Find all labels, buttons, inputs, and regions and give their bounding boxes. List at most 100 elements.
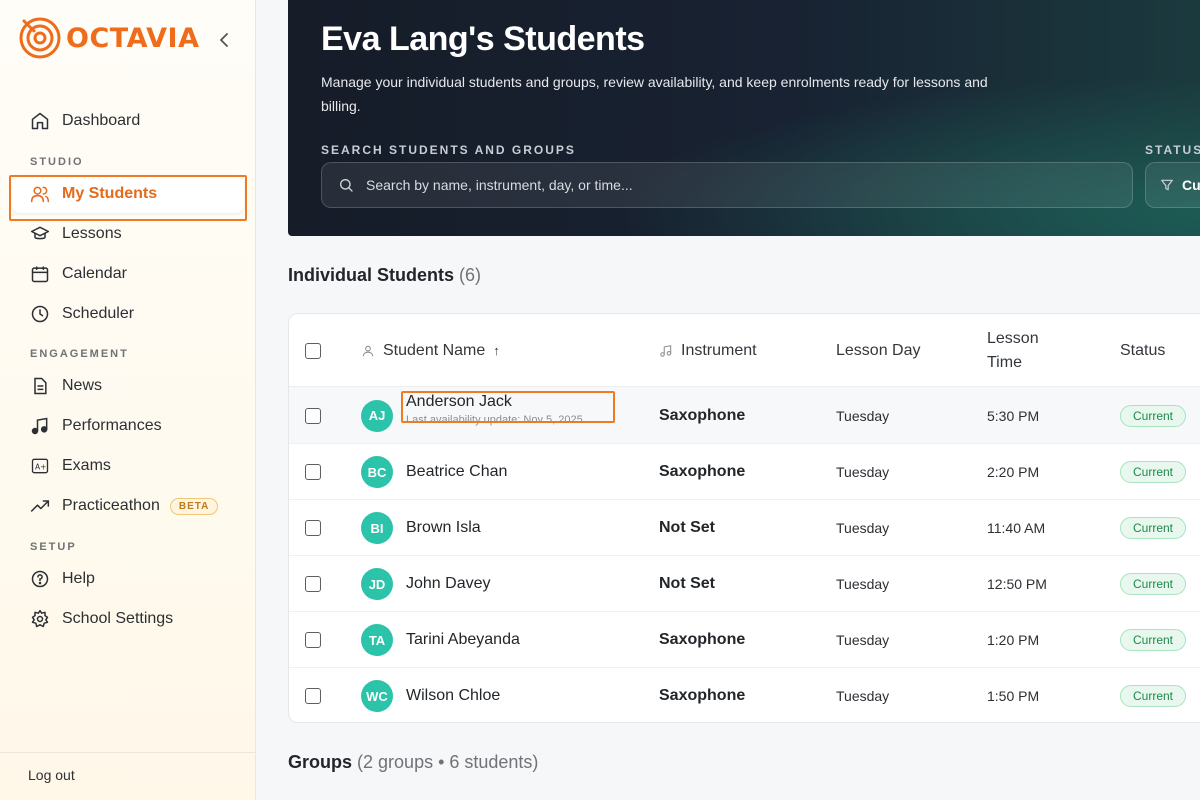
calendar-icon	[31, 266, 49, 283]
gear-icon	[31, 609, 49, 628]
table-row[interactable]: BI Brown Isla Not Set Tuesday 11:40 AM C…	[289, 500, 1200, 556]
sidebar-item-label: Dashboard	[62, 112, 141, 129]
students-table: Student Name ↑ Instrument Lesson Day Les…	[288, 313, 1200, 723]
lesson-time-cell: 1:50 PM	[987, 688, 1040, 704]
select-all-checkbox[interactable]	[305, 342, 321, 359]
instrument-cell: Saxophone	[659, 463, 746, 480]
sidebar-item-label: School Settings	[62, 610, 174, 627]
avatar: TA	[361, 624, 393, 656]
header-student-name[interactable]: Student Name ↑	[361, 314, 500, 387]
sidebar-item-news[interactable]: News	[12, 367, 244, 405]
sidebar: OCTAVIA Dashboard STUDIO My Students Les…	[0, 0, 256, 800]
table-row[interactable]: TA Tarini Abeyanda Saxophone Tuesday 1:2…	[289, 612, 1200, 668]
sidebar-item-calendar[interactable]: Calendar	[12, 255, 244, 293]
instrument-cell: Not Set	[659, 519, 715, 536]
beta-badge: BETA	[169, 497, 219, 515]
users-icon	[30, 186, 50, 203]
lesson-time-cell: 2:20 PM	[987, 464, 1040, 480]
logo-mark-icon	[19, 17, 61, 59]
lesson-day-cell: Tuesday	[836, 520, 890, 536]
grade-icon: A+	[31, 458, 49, 474]
document-icon	[34, 377, 47, 395]
row-checkbox[interactable]	[305, 407, 321, 424]
student-name-link[interactable]: Anderson Jack	[406, 393, 512, 411]
row-checkbox[interactable]	[305, 688, 321, 704]
groups-title: Groups	[288, 752, 353, 772]
individual-students-title: Individual Students	[288, 265, 455, 285]
sidebar-item-dashboard[interactable]: Dashboard	[12, 102, 244, 140]
header-label: Lesson	[987, 329, 1039, 347]
row-checkbox[interactable]	[305, 632, 321, 648]
header-lesson-time[interactable]: Lesson Time	[987, 314, 1039, 387]
status-badge: Current	[1120, 685, 1187, 707]
row-checkbox[interactable]	[305, 520, 321, 536]
row-checkbox[interactable]	[305, 576, 321, 592]
sidebar-item-performances[interactable]: Performances	[12, 407, 244, 445]
status-badge: Current	[1120, 404, 1187, 427]
sidebar-item-help[interactable]: Help	[12, 560, 244, 598]
sidebar-item-scheduler[interactable]: Scheduler	[12, 295, 244, 333]
student-name-link[interactable]: Beatrice Chan	[406, 463, 507, 481]
page-header: Eva Lang's Students Manage your individu…	[288, 0, 1200, 236]
header-lesson-day[interactable]: Lesson Day	[836, 314, 921, 387]
chevron-left-icon	[220, 33, 228, 47]
sidebar-item-practiceathon[interactable]: Practiceathon BETA	[12, 487, 244, 525]
table-header: Student Name ↑ Instrument Lesson Day Les…	[289, 314, 1200, 387]
table-row[interactable]: AJ Anderson Jack Last availability updat…	[289, 387, 1200, 444]
nav-section-setup: SETUP	[30, 541, 77, 553]
clock-icon	[31, 305, 49, 323]
sort-asc-icon: ↑	[493, 343, 500, 358]
user-icon	[362, 345, 374, 356]
header-label: Instrument	[681, 341, 757, 359]
table-row[interactable]: BC Beatrice Chan Saxophone Tuesday 2:20 …	[289, 444, 1200, 500]
groups-count: (2 groups • 6 students)	[357, 752, 539, 772]
avatar: AJ	[361, 399, 393, 432]
lesson-time-cell: 1:20 PM	[987, 632, 1040, 648]
status-badge: Current	[1120, 629, 1187, 651]
search-label: SEARCH STUDENTS AND GROUPS	[321, 143, 576, 157]
lesson-day-cell: Tuesday	[836, 407, 890, 424]
table-row[interactable]: JD John Davey Not Set Tuesday 12:50 PM C…	[289, 556, 1200, 612]
header-status[interactable]: Status	[1120, 314, 1165, 387]
avatar: WC	[361, 680, 393, 712]
instrument-cell: Saxophone	[659, 406, 746, 424]
search-input[interactable]	[366, 177, 1066, 193]
lesson-time-cell: 12:50 PM	[987, 576, 1047, 592]
sidebar-item-school-settings[interactable]: School Settings	[12, 600, 244, 638]
sidebar-item-label: Scheduler	[62, 305, 135, 322]
table-row[interactable]: WC Wilson Chloe Saxophone Tuesday 1:50 P…	[289, 668, 1200, 722]
graduation-cap-icon	[30, 226, 50, 240]
status-badge: Current	[1120, 461, 1187, 483]
octavia-logo[interactable]: OCTAVIA	[18, 16, 200, 60]
sidebar-item-label: Exams	[62, 457, 111, 474]
logout-link[interactable]: Log out	[0, 752, 256, 800]
sidebar-item-label: Lessons	[62, 225, 122, 242]
student-name-link[interactable]: Tarini Abeyanda	[406, 631, 520, 649]
music-note-icon	[31, 417, 48, 435]
groups-heading: Groups (2 groups • 6 students)	[288, 752, 538, 773]
sidebar-item-my-students[interactable]: My Students	[12, 175, 244, 213]
trending-up-icon	[30, 500, 50, 512]
header-instrument[interactable]: Instrument	[659, 314, 757, 387]
search-icon	[340, 179, 353, 192]
status-filter-select[interactable]: Cu	[1145, 162, 1200, 208]
avatar: JD	[361, 568, 393, 600]
individual-students-heading: Individual Students (6)	[288, 265, 481, 286]
instrument-cell: Not Set	[659, 575, 715, 592]
student-name-link[interactable]: John Davey	[406, 575, 491, 593]
individual-students-count: (6)	[459, 265, 482, 285]
status-filter-value: Cu	[1182, 177, 1200, 193]
sidebar-item-exams[interactable]: A+ Exams	[12, 447, 244, 485]
sidebar-item-lessons[interactable]: Lessons	[12, 215, 244, 253]
nav-section-engagement: ENGAGEMENT	[30, 348, 129, 360]
header-label: Status	[1120, 341, 1166, 359]
avatar: BC	[361, 456, 393, 488]
student-name-link[interactable]: Brown Isla	[406, 519, 481, 537]
status-filter-label: STATUS	[1145, 143, 1200, 157]
row-checkbox[interactable]	[305, 464, 321, 480]
music-note-icon	[660, 344, 672, 357]
student-name-link[interactable]: Wilson Chloe	[406, 687, 500, 705]
search-box[interactable]	[321, 162, 1133, 208]
collapse-sidebar-button[interactable]	[214, 30, 234, 50]
lesson-day-cell: Tuesday	[836, 464, 890, 480]
